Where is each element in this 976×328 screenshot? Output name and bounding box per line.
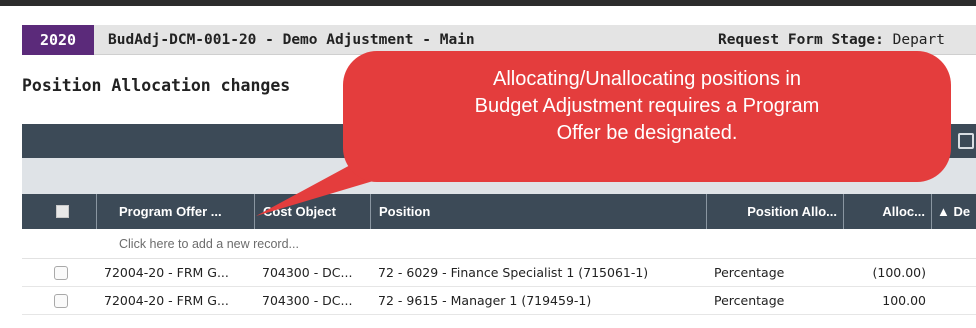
annotation-callout: Allocating/Unallocating positions in Bud…: [343, 51, 951, 182]
column-position-allocation[interactable]: Position Allo...: [707, 194, 844, 229]
stage-label: Request Form Stage:: [718, 32, 884, 48]
allocation-type-cell: Percentage: [714, 293, 785, 308]
table-row[interactable]: 72004-20 - FRM G... 704300 - DC... 72 - …: [22, 287, 976, 315]
year-badge: 2020: [22, 25, 94, 55]
program-offer-cell: 72004-20 - FRM G...: [104, 265, 229, 280]
cost-object-cell: 704300 - DC...: [262, 265, 353, 280]
allocation-cell: 100.00: [882, 293, 926, 308]
select-all-checkbox[interactable]: [56, 205, 69, 218]
row-checkbox[interactable]: [54, 266, 68, 280]
allocation-cell: (100.00): [872, 265, 927, 280]
section-title: Position Allocation changes: [22, 76, 291, 95]
add-record-link[interactable]: Click here to add a new record...: [119, 229, 299, 259]
column-description-sorted[interactable]: ▲ De: [932, 194, 976, 229]
callout-line: Allocating/Unallocating positions in: [493, 68, 801, 90]
export-icon[interactable]: [958, 133, 974, 149]
row-checkbox[interactable]: [54, 294, 68, 308]
top-border: [0, 0, 976, 6]
position-cell: 72 - 6029 - Finance Specialist 1 (715061…: [378, 265, 649, 280]
column-position[interactable]: Position: [371, 194, 707, 229]
callout-line: Offer be designated.: [556, 122, 738, 144]
column-cost-object[interactable]: Cost Object: [255, 194, 371, 229]
callout-line: Budget Adjustment requires a Program: [474, 95, 820, 117]
position-cell: 72 - 9615 - Manager 1 (719459-1): [378, 293, 592, 308]
table-row[interactable]: 72004-20 - FRM G... 704300 - DC... 72 - …: [22, 259, 976, 287]
callout-text: Allocating/Unallocating positions in Bud…: [343, 51, 951, 147]
cost-object-cell: 704300 - DC...: [262, 293, 353, 308]
select-all-column: [22, 194, 97, 229]
program-offer-cell: 72004-20 - FRM G...: [104, 293, 229, 308]
stage-value: Depart: [892, 32, 945, 48]
add-record-row[interactable]: Click here to add a new record...: [22, 229, 976, 259]
grid-header: Program Offer ... Cost Object Position P…: [22, 194, 976, 229]
column-program-offer[interactable]: Program Offer ...: [97, 194, 255, 229]
column-allocation[interactable]: Alloc...: [844, 194, 932, 229]
allocation-type-cell: Percentage: [714, 265, 785, 280]
